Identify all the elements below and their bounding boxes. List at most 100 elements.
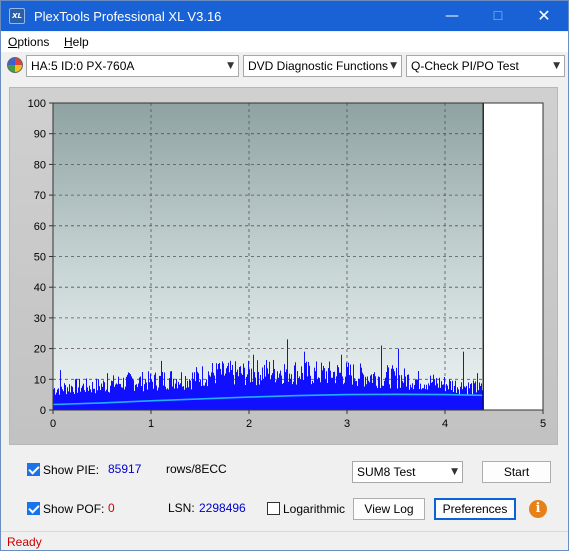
- pie-bar: [156, 385, 157, 410]
- show-pie-checkbox[interactable]: [27, 463, 40, 476]
- pie-bar: [222, 361, 223, 410]
- pie-bar: [397, 388, 398, 410]
- pie-bar: [255, 377, 256, 410]
- pie-bar: [192, 372, 193, 410]
- test-select[interactable]: Q-Check PI/PO Test ▼: [406, 55, 565, 77]
- pie-bar: [373, 374, 374, 410]
- pie-bar: [457, 387, 458, 410]
- pie-bar: [304, 351, 305, 410]
- close-button[interactable]: ✕: [521, 1, 567, 31]
- pie-bar: [424, 384, 425, 410]
- pie-bar: [277, 371, 278, 410]
- y-tick-label: 20: [34, 344, 46, 356]
- pie-bar: [129, 373, 130, 410]
- pie-bar: [103, 380, 104, 410]
- pie-bar: [182, 386, 183, 410]
- maximize-button[interactable]: ☐: [475, 1, 521, 31]
- pie-bar: [287, 339, 288, 410]
- pie-bar: [108, 391, 109, 410]
- pie-bar: [402, 381, 403, 410]
- pie-bar: [370, 375, 371, 410]
- pie-bar: [477, 373, 478, 410]
- start-button[interactable]: Start: [482, 461, 551, 483]
- pie-bar: [97, 390, 98, 410]
- function-select[interactable]: DVD Diagnostic Functions ▼: [243, 55, 402, 77]
- preferences-button[interactable]: Preferences: [434, 498, 516, 520]
- pie-bar: [462, 389, 463, 410]
- pie-bar: [138, 383, 139, 410]
- drive-select[interactable]: HA:5 ID:0 PX-760A ▼: [26, 55, 239, 77]
- pie-bar: [223, 363, 224, 410]
- pie-bar: [55, 394, 56, 410]
- pie-bar: [205, 382, 206, 410]
- pie-bar: [355, 380, 356, 410]
- pie-bar: [431, 382, 432, 410]
- pie-bar: [328, 368, 329, 410]
- pie-bar: [428, 383, 429, 410]
- info-button[interactable]: i: [527, 498, 549, 520]
- pie-bar: [313, 382, 314, 410]
- logarithmic-checkbox[interactable]: [267, 502, 280, 515]
- pie-bar: [179, 384, 180, 410]
- pie-bar: [347, 366, 348, 410]
- pie-bar: [147, 389, 148, 410]
- title-bar[interactable]: XL PlexTools Professional XL V3.16 — ☐ ✕: [1, 1, 568, 31]
- pie-bar: [250, 382, 251, 410]
- pie-bar: [352, 384, 353, 410]
- pie-bar: [371, 374, 372, 410]
- pie-bar: [162, 371, 163, 410]
- x-tick-label: 4: [442, 418, 448, 430]
- pie-bar: [90, 389, 91, 410]
- menu-options[interactable]: Options: [8, 35, 49, 49]
- pie-bar: [429, 385, 430, 410]
- pie-bar: [198, 373, 199, 410]
- pie-bar: [437, 383, 438, 410]
- pie-bar: [408, 374, 409, 410]
- pie-bar: [180, 383, 181, 410]
- pie-bar: [333, 372, 334, 410]
- pie-bar: [216, 363, 217, 410]
- pie-bar: [64, 383, 65, 410]
- pie-bar: [339, 372, 340, 410]
- pie-bar: [423, 388, 424, 410]
- pie-bar: [249, 369, 250, 410]
- pie-bar: [366, 384, 367, 410]
- pie-bar: [252, 381, 253, 410]
- menu-help[interactable]: Help: [64, 35, 89, 49]
- pie-bar: [194, 372, 195, 410]
- pie-bar: [66, 394, 67, 410]
- pie-bar: [122, 387, 123, 410]
- pie-bar: [125, 386, 126, 410]
- minimize-button[interactable]: —: [429, 1, 475, 31]
- pie-bar: [183, 386, 184, 410]
- pie-bar: [150, 373, 151, 410]
- pie-bar: [311, 384, 312, 410]
- sum8-test-select-value: SUM8 Test: [357, 465, 416, 479]
- pie-bar: [336, 376, 337, 410]
- pie-bar: [141, 386, 142, 410]
- pie-bar: [139, 377, 140, 410]
- pie-bar: [89, 385, 90, 410]
- drive-select-value: HA:5 ID:0 PX-760A: [31, 59, 135, 73]
- pie-bar: [126, 376, 127, 410]
- pie-bar: [240, 366, 241, 410]
- pie-bar: [292, 384, 293, 410]
- pie-bar: [148, 371, 149, 410]
- pie-bar: [247, 374, 248, 410]
- pie-bar: [367, 376, 368, 410]
- pie-bar: [113, 375, 114, 410]
- sum8-test-select[interactable]: SUM8 Test ▼: [352, 461, 463, 483]
- info-icon: i: [529, 500, 547, 518]
- pie-bar: [172, 386, 173, 410]
- pie-bar: [273, 359, 274, 410]
- pie-bar: [296, 384, 297, 410]
- pie-bar: [421, 389, 422, 410]
- view-log-button[interactable]: View Log: [353, 498, 425, 520]
- pie-bar: [381, 345, 382, 410]
- pie-bar: [331, 377, 332, 410]
- pie-bar: [460, 386, 461, 410]
- pie-bar: [160, 375, 161, 410]
- pie-bar: [450, 381, 451, 410]
- pie-bar: [272, 373, 273, 410]
- show-pof-checkbox[interactable]: [27, 502, 40, 515]
